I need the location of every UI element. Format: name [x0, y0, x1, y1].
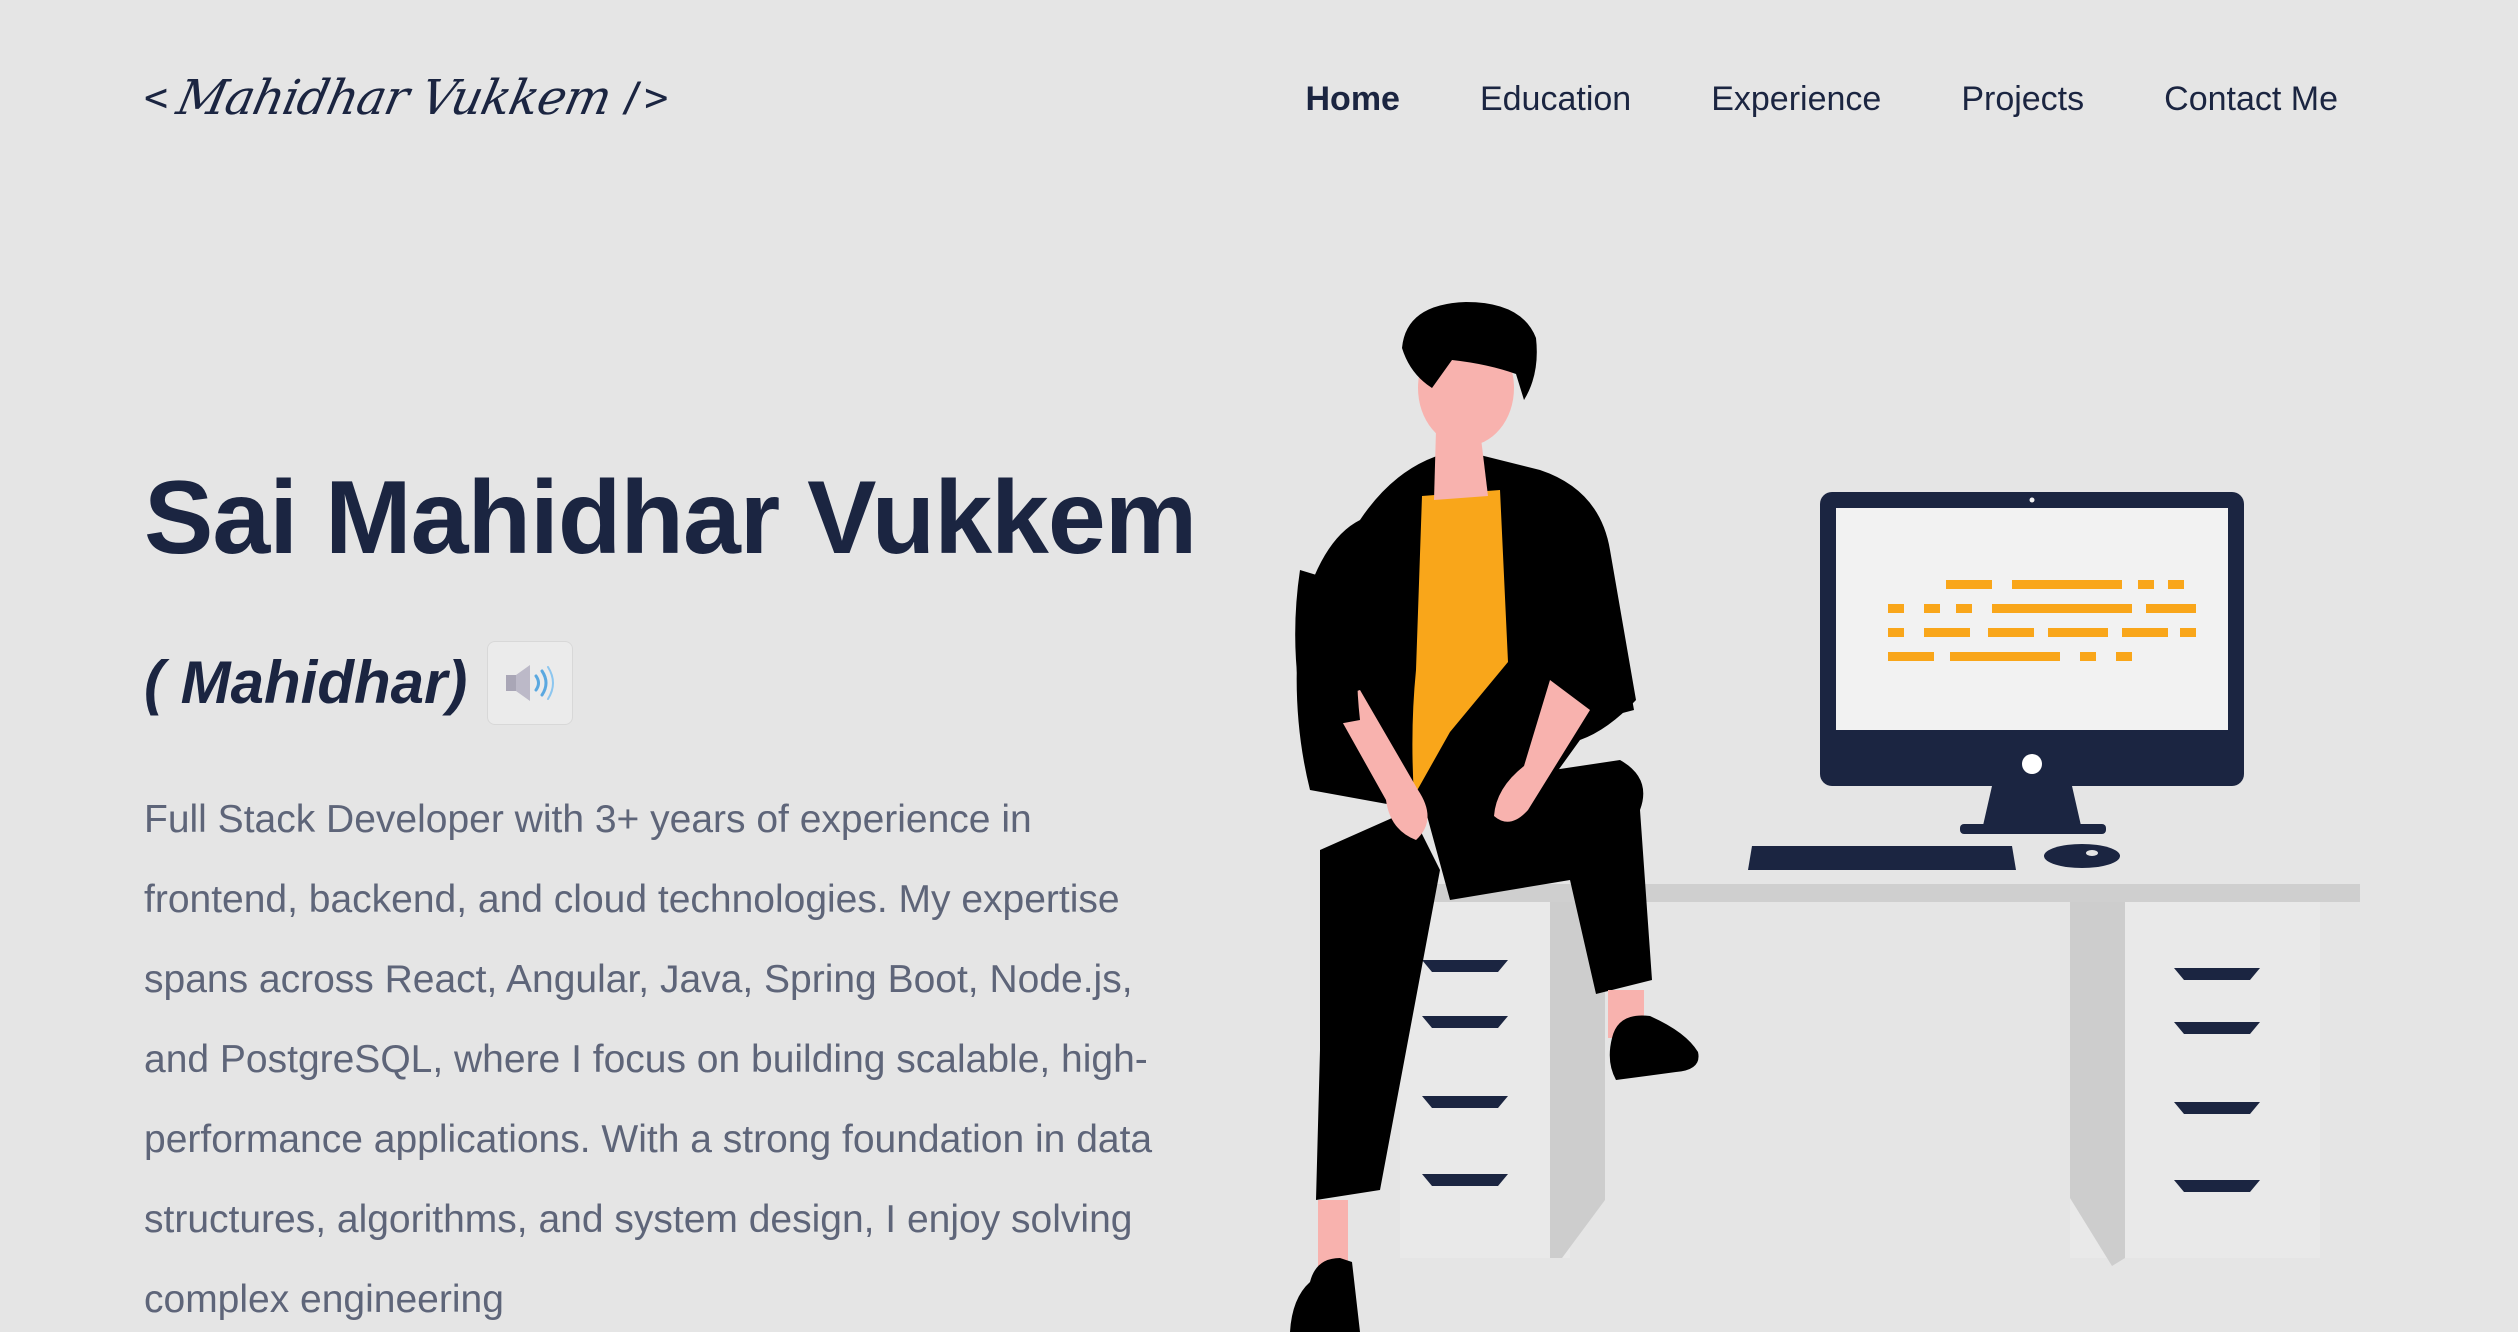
nav-item-projects[interactable]: Projects [1961, 74, 2084, 124]
developer-illustration [1240, 290, 2380, 1332]
logo-open-bracket: < [144, 75, 169, 121]
pronunciation-button[interactable] [487, 641, 574, 725]
hero-bio: Full Stack Developer with 3+ years of ex… [144, 798, 1153, 1321]
nav-item-experience[interactable]: Experience [1711, 74, 1881, 124]
portfolio-page: < Mahidhar Vukkem /> Home Education Expe… [0, 0, 2518, 1332]
nickname: ( Mahidhar) [144, 649, 468, 716]
nav-item-home[interactable]: Home [1306, 74, 1400, 124]
hero-title: Sai Mahidhar Vukkem [144, 460, 1197, 576]
nav-item-education[interactable]: Education [1480, 74, 1631, 124]
logo-signature: Mahidhar Vukkem [172, 70, 617, 126]
main-nav: Home Education Experience Projects Conta… [1306, 74, 2339, 124]
speaker-icon [506, 665, 555, 701]
nav-item-contact-me[interactable]: Contact Me [2164, 74, 2338, 124]
keyboard [1748, 846, 2016, 870]
site-header: < Mahidhar Vukkem /> Home Education Expe… [0, 0, 2518, 200]
logo-close-bracket: /> [620, 75, 669, 121]
hero-subtitle-row: ( Mahidhar) [144, 638, 574, 728]
developer-at-desk-illustration [1290, 302, 2360, 1332]
site-logo[interactable]: < Mahidhar Vukkem /> [144, 58, 668, 138]
mouse [2044, 844, 2120, 868]
left-cabinet [1400, 902, 1570, 1258]
